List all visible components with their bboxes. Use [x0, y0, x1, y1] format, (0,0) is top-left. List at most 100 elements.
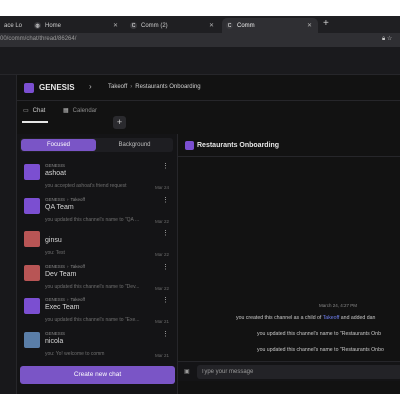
- thread-last-message: you: Yo! welcome to comm: [45, 350, 105, 357]
- add-view-button[interactable]: +: [113, 116, 126, 129]
- thread-community: GENESIS: [45, 196, 66, 202]
- tab-calendar[interactable]: ▦ Calendar: [63, 107, 97, 115]
- thread-date: Mar 24: [154, 185, 169, 190]
- thread-avatar-icon: [24, 331, 40, 348]
- lock-icon[interactable]: 🔒︎: [382, 36, 385, 42]
- image-upload-icon[interactable]: ▣: [184, 368, 190, 375]
- thread-date: Mar 22: [154, 252, 169, 257]
- message-text: you updated this channel's name to "Rest…: [257, 347, 384, 353]
- focused-toggle[interactable]: Focused: [21, 139, 96, 151]
- thread-row[interactable]: GENESIS nicola you: Yo! welcome to comm Mar…: [17, 330, 177, 363]
- thread-date: Mar 21: [154, 319, 169, 324]
- thread-breadcrumb: GENESIS: [45, 331, 65, 336]
- browser-tab-title: ace Lo: [4, 22, 23, 29]
- chat-icon: ▭: [23, 108, 29, 114]
- tab-chat[interactable]: ▭ Chat: [23, 107, 46, 115]
- thread-community: GENESIS: [45, 163, 66, 168]
- address-bar[interactable]: 00/comm/chat/thread/86264/ 🔒︎ ☆: [0, 33, 400, 47]
- community-rail: [0, 75, 17, 394]
- browser-tab-strip: ace Lo ◍ Home ✕ C Comm (2) ✕ C Comm ✕ +: [0, 16, 400, 33]
- calendar-icon: ▦: [63, 108, 69, 114]
- app-top-bar: [0, 47, 400, 75]
- message-link[interactable]: Takeoff: [323, 315, 340, 321]
- more-options-icon[interactable]: ⋮: [162, 263, 169, 271]
- message-text: and added dan: [339, 315, 376, 321]
- star-icon[interactable]: ☆: [387, 36, 392, 42]
- message-text: you updated this channel's name to "Rest…: [257, 331, 381, 337]
- more-options-icon[interactable]: ⋮: [162, 229, 169, 237]
- thread-parent: Takeoff: [70, 263, 85, 269]
- chevron-right-icon: ›: [130, 84, 133, 90]
- thread-name: ashoat: [45, 170, 67, 177]
- breadcrumb-item[interactable]: Restaurants Onboarding: [135, 84, 200, 90]
- active-tab-indicator: [22, 121, 48, 123]
- system-message: you created this channel as a child of T…: [236, 315, 375, 321]
- thread-breadcrumb: GENESIS › Takeoff: [45, 297, 85, 302]
- browser-tab-title: Comm: [237, 22, 255, 29]
- thread-date: Mar 22: [154, 285, 169, 291]
- more-options-icon[interactable]: ⋮: [162, 296, 169, 304]
- view-tabs: ▭ Chat ▦ Calendar: [17, 101, 177, 123]
- new-tab-icon[interactable]: +: [323, 18, 329, 29]
- chat-header: Restaurants Onboarding: [178, 134, 400, 157]
- chat-title: Restaurants Onboarding: [197, 142, 280, 149]
- thread-name: ginsu: [45, 237, 62, 244]
- comm-favicon-icon: C: [130, 22, 137, 29]
- tab-label: Chat: [32, 107, 46, 114]
- thread-avatar-icon: [24, 298, 40, 314]
- thread-row[interactable]: GENESIS › Takeoff Dev Team you updated this …: [17, 263, 177, 296]
- thread-community: GENESIS: [45, 263, 66, 269]
- browser-tab-comm-2[interactable]: C Comm (2) ✕: [126, 18, 220, 33]
- more-options-icon[interactable]: ⋮: [162, 196, 169, 204]
- chevron-right-icon: ›: [67, 263, 69, 269]
- thread-name: Exec Team: [45, 304, 80, 311]
- browser-tab-title: Comm (2): [141, 22, 168, 29]
- breadcrumb-item[interactable]: Takeoff: [108, 84, 127, 90]
- thread-last-message: you accepted ashoat's friend request: [45, 183, 127, 189]
- browser-window: ace Lo ◍ Home ✕ C Comm (2) ✕ C Comm ✕ + …: [0, 16, 400, 394]
- browser-tab-comm-active[interactable]: C Comm ✕: [222, 18, 318, 33]
- thread-community: GENESIS: [45, 297, 66, 302]
- more-options-icon[interactable]: ⋮: [162, 330, 169, 338]
- community-logo-icon: [24, 83, 34, 93]
- close-icon[interactable]: ✕: [209, 22, 214, 29]
- more-options-icon[interactable]: ⋮: [162, 162, 169, 170]
- browser-tab-1[interactable]: ace Lo: [0, 18, 28, 33]
- globe-icon: ◍: [34, 22, 41, 29]
- thread-row[interactable]: GENESIS › Takeoff QA Team you updated this c…: [17, 196, 177, 229]
- thread-list: GENESIS ashoat you accepted ashoat's frien…: [17, 162, 177, 362]
- browser-tab-home[interactable]: ◍ Home ✕: [30, 18, 124, 33]
- breadcrumb: Takeoff › Restaurants Onboarding: [108, 84, 201, 90]
- thread-last-message: you updated this channel's name to "QA .…: [45, 216, 140, 223]
- community-header: GENESIS › Takeoff › Restaurants Onboarding: [17, 75, 400, 101]
- thread-breadcrumb: GENESIS: [45, 163, 65, 168]
- message-text: you created this channel as a child of: [236, 315, 323, 321]
- close-icon[interactable]: ✕: [113, 22, 118, 29]
- background-toggle[interactable]: Background: [97, 139, 172, 151]
- page-bottom-strip: [0, 394, 400, 400]
- thread-last-message: you updated this channel's name to "Dev.…: [45, 283, 140, 290]
- thread-breadcrumb: GENESIS › Takeoff: [45, 264, 85, 269]
- system-message: you updated this channel's name to "Rest…: [257, 347, 384, 353]
- thread-name: Dev Team: [45, 270, 77, 278]
- thread-breadcrumb: GENESIS › Takeoff: [45, 197, 85, 202]
- thread-parent: Takeoff: [70, 196, 85, 202]
- create-new-chat-button[interactable]: Create new chat: [20, 366, 175, 384]
- thread-avatar-icon: [24, 164, 40, 180]
- chevron-right-icon: ›: [67, 297, 69, 302]
- thread-date: Mar 21: [154, 352, 169, 358]
- system-message: you updated this channel's name to "Rest…: [257, 331, 381, 337]
- browser-tab-title: Home: [45, 22, 62, 29]
- screen: ace Lo ◍ Home ✕ C Comm (2) ✕ C Comm ✕ + …: [0, 0, 400, 400]
- close-icon[interactable]: ✕: [307, 22, 312, 29]
- thread-row[interactable]: GENESIS ashoat you accepted ashoat's frien…: [17, 162, 177, 195]
- message-input[interactable]: [197, 365, 400, 379]
- thread-row[interactable]: ginsu you: Test Mar 22 ⋮: [17, 229, 177, 262]
- chevron-right-icon: ›: [89, 82, 92, 91]
- thread-parent: Takeoff: [70, 297, 85, 302]
- thread-avatar-icon: [24, 264, 40, 281]
- community-name[interactable]: GENESIS: [39, 83, 75, 92]
- thread-community: GENESIS: [45, 330, 66, 336]
- url-text[interactable]: 00/comm/chat/thread/86264/: [0, 36, 76, 42]
- thread-row[interactable]: GENESIS › Takeoff Exec Team you updated this…: [17, 296, 177, 329]
